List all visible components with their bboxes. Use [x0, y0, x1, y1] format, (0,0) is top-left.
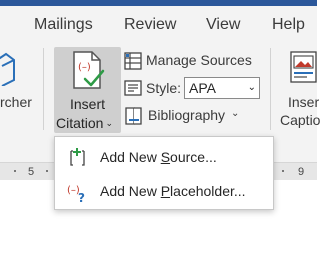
menu-item-label: Add New Source...: [100, 149, 217, 165]
style-label: Style:: [146, 80, 182, 96]
tab-review[interactable]: Review: [124, 16, 176, 34]
researcher-label: rcher: [0, 94, 32, 110]
manage-sources-icon: [124, 52, 142, 70]
style-dropdown[interactable]: APA ⌄: [184, 77, 260, 99]
group-separator: [43, 48, 44, 130]
svg-text:(–): (–): [78, 62, 91, 73]
menu-item-add-new-source[interactable]: Add New Source...: [55, 142, 273, 172]
chevron-down-icon: ⌄: [231, 108, 240, 119]
insert-caption-icon[interactable]: [290, 50, 317, 91]
ruler-tick: [14, 170, 16, 172]
style-value: APA: [189, 80, 216, 96]
ribbon-tabs: Mailings Review View Help: [0, 6, 317, 44]
ruler-tick: [282, 170, 284, 172]
insert-citation-label: Insert: [69, 96, 105, 112]
tab-help[interactable]: Help: [272, 16, 305, 34]
group-separator: [270, 48, 271, 130]
insert-caption-label: Inser: [288, 94, 320, 110]
bibliography-icon: [125, 107, 142, 125]
svg-text:?: ?: [78, 191, 85, 203]
menu-item-label: Add New Placeholder...: [100, 183, 246, 199]
ruler-number: 5: [28, 166, 35, 178]
tab-view[interactable]: View: [206, 16, 240, 34]
insert-citation-button[interactable]: (–) Insert Citation ⌄: [54, 47, 121, 133]
ruler-tick: [46, 170, 48, 172]
add-new-placeholder-icon: (–) ?: [67, 185, 85, 203]
insert-citation-label-2: Citation ⌄: [56, 115, 114, 131]
ruler-number: 9: [298, 166, 305, 178]
bibliography-label: Bibliography: [148, 107, 226, 123]
insert-citation-menu: Add New Source... (–) ? Add New Placehol…: [54, 136, 274, 210]
insert-citation-icon: (–): [71, 51, 105, 96]
add-new-source-icon: [70, 148, 85, 166]
style-icon: [124, 80, 142, 96]
researcher-icon[interactable]: [0, 50, 16, 91]
chevron-down-icon: ⌄: [247, 82, 256, 93]
insert-caption-label-2: Captio: [280, 112, 320, 128]
manage-sources-label: Manage Sources: [146, 52, 252, 68]
chevron-down-icon: ⌄: [105, 118, 114, 128]
menu-item-add-new-placeholder[interactable]: (–) ? Add New Placeholder...: [55, 176, 273, 206]
tab-mailings[interactable]: Mailings: [34, 16, 93, 34]
